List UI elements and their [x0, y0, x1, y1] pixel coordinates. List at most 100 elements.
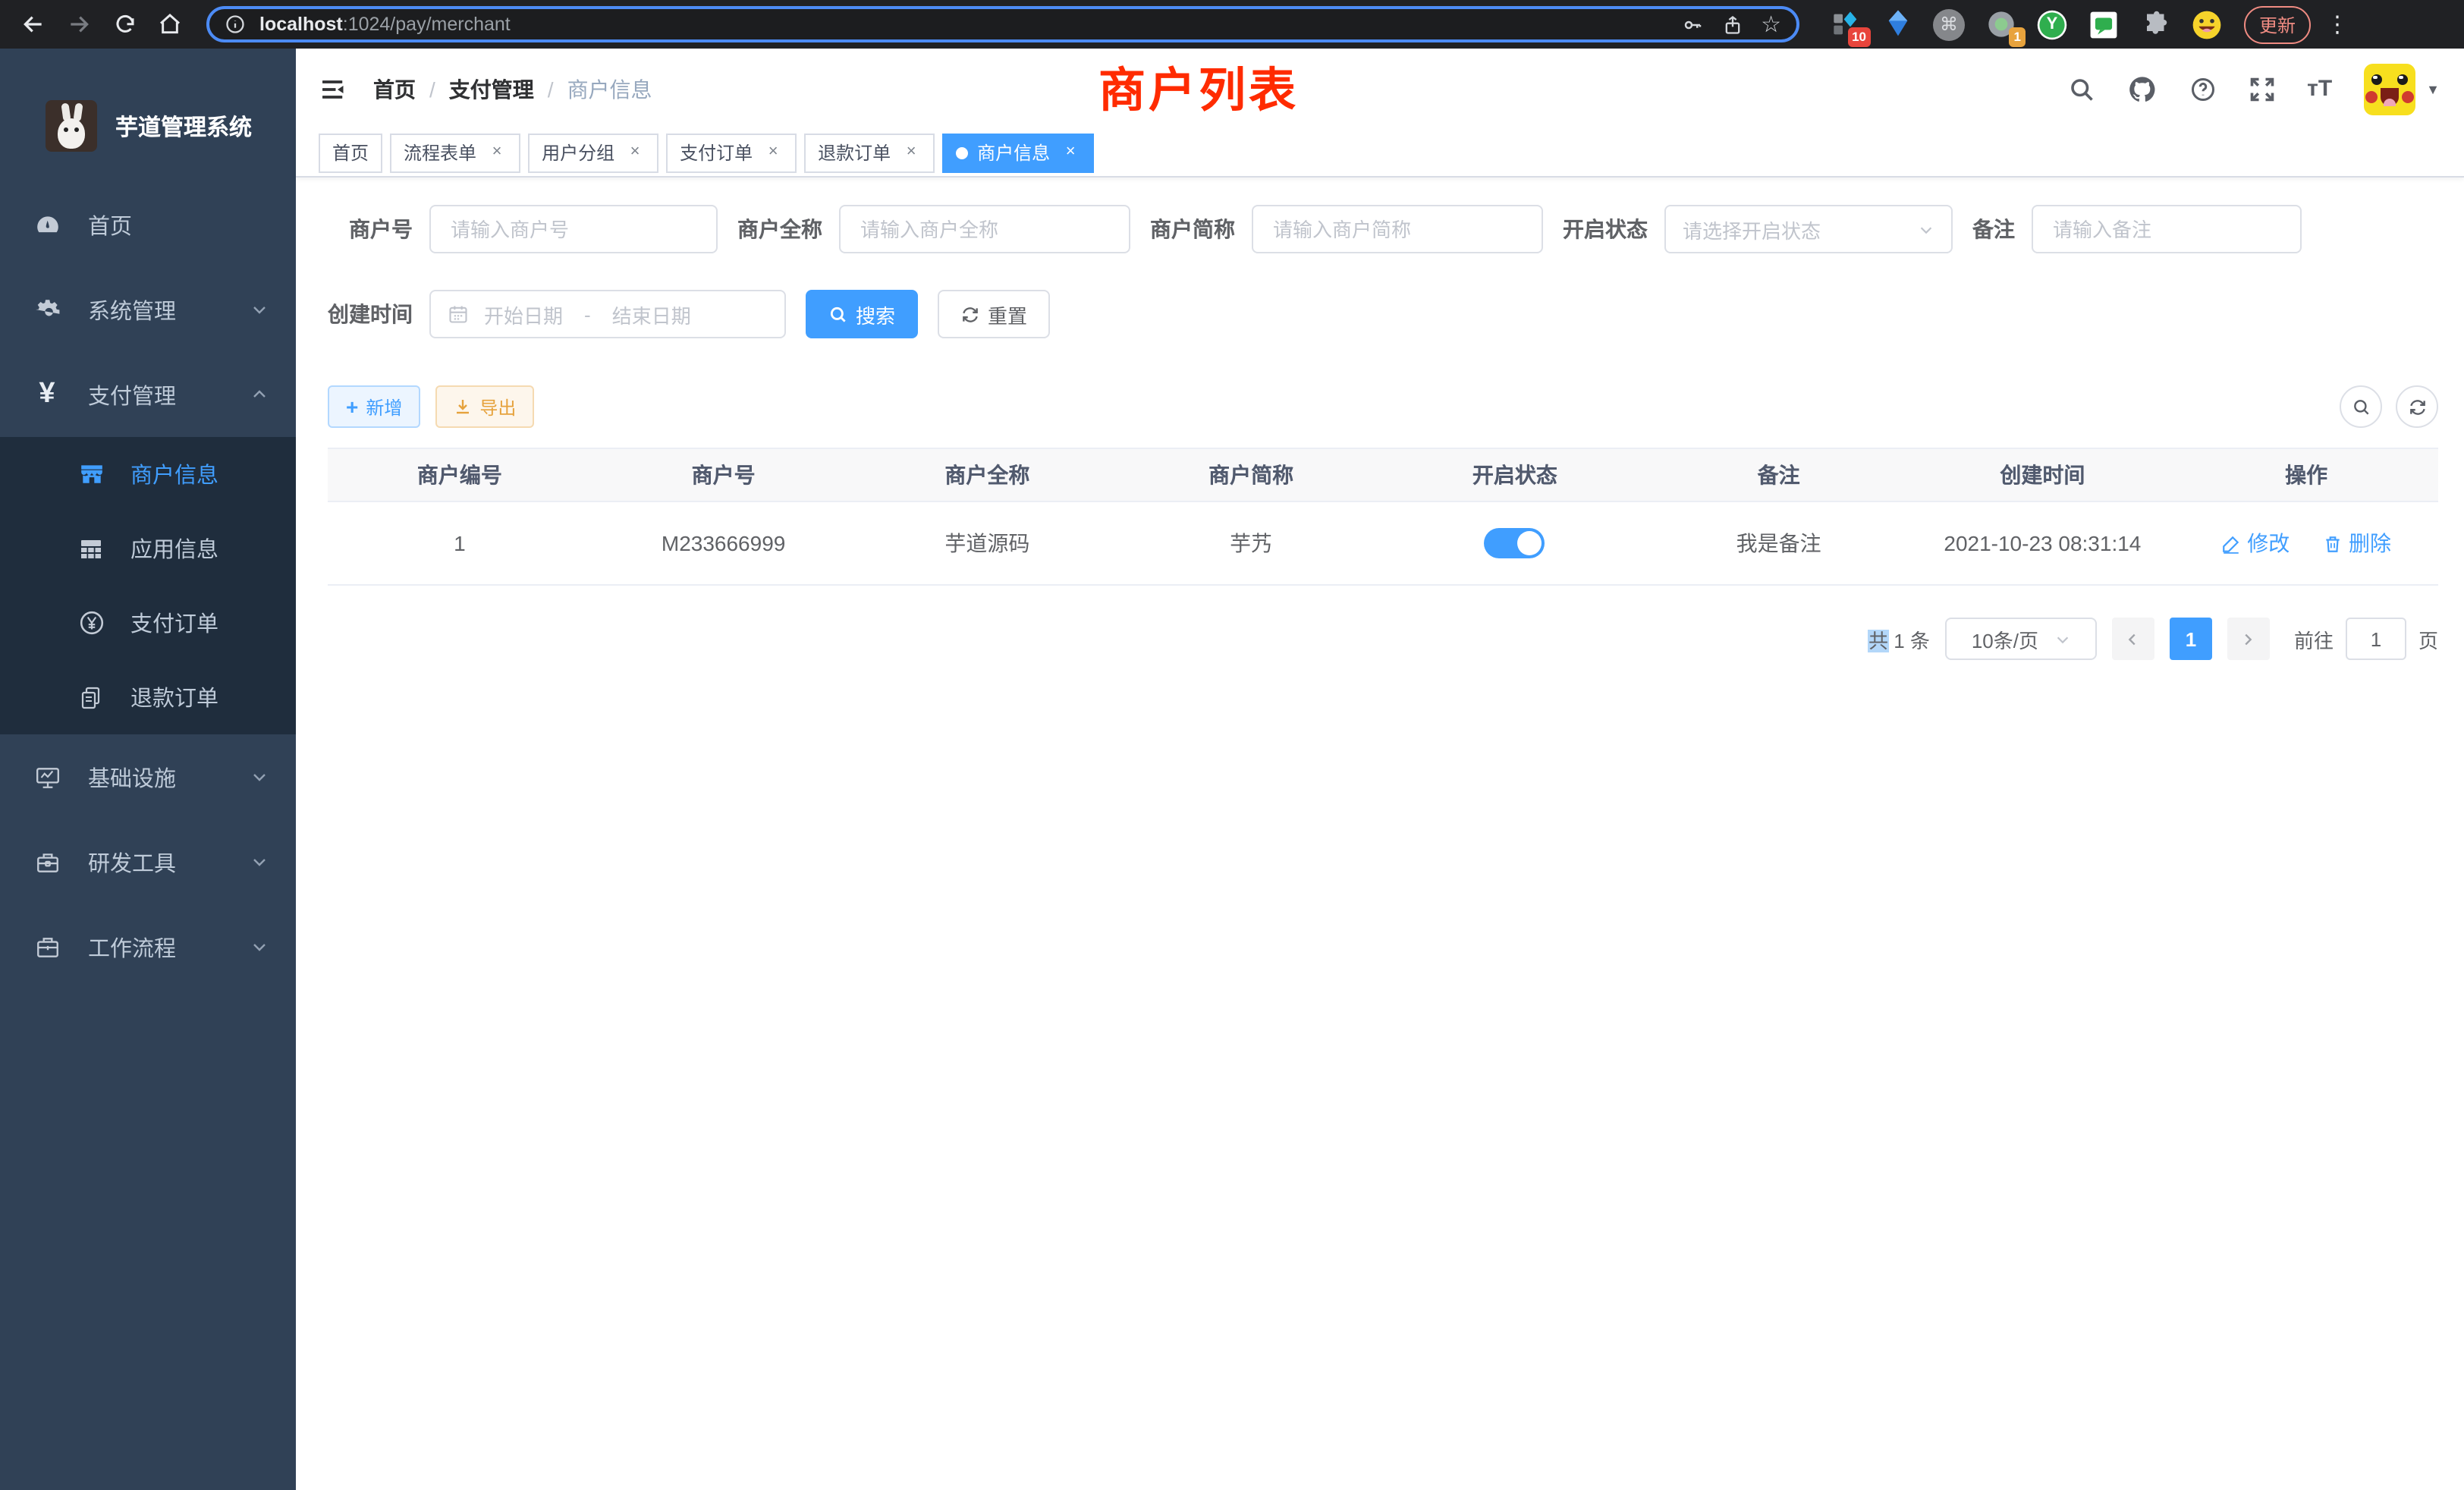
extension-puzzle-icon[interactable] — [2139, 8, 2171, 40]
sidebar-item-infra[interactable]: 基础设施 — [0, 734, 296, 819]
table-header-row: 商户编号 商户号 商户全称 商户简称 开启状态 备注 创建时间 操作 — [328, 448, 2438, 501]
refresh-table-button[interactable] — [2396, 385, 2438, 428]
page-number-1[interactable]: 1 — [2170, 618, 2212, 660]
search-button[interactable]: 搜索 — [806, 290, 918, 338]
extension-y-icon[interactable]: Y — [2036, 8, 2068, 40]
github-icon[interactable] — [2126, 74, 2157, 104]
breadcrumb-separator: / — [548, 77, 554, 101]
merchant-table: 商户编号 商户号 商户全称 商户简称 开启状态 备注 创建时间 操作 1 — [328, 448, 2438, 586]
extension-kite-icon[interactable] — [1881, 8, 1913, 40]
extension-blue-diamond-icon[interactable]: 10 — [1830, 8, 1862, 40]
tab-process-form[interactable]: 流程表单× — [390, 133, 520, 172]
forward-icon[interactable] — [61, 6, 97, 42]
sidebar-submenu-pay: 商户信息 应用信息 支付订单 — [0, 437, 296, 734]
status-select[interactable]: 请选择开启状态 — [1664, 205, 1953, 253]
refresh-icon — [960, 304, 980, 324]
fullscreen-icon[interactable] — [2248, 75, 2275, 102]
page-size-select[interactable]: 10条/页 — [1945, 618, 2097, 660]
goto-page-input[interactable] — [2346, 618, 2406, 660]
bookmark-star-icon[interactable]: ☆ — [1761, 11, 1781, 38]
breadcrumb: 首页 / 支付管理 / 商户信息 — [373, 74, 652, 104]
filter-status: 开启状态 请选择开启状态 — [1563, 205, 1953, 253]
extension-command-icon[interactable]: ⌘ — [1933, 8, 1965, 40]
filter-create-time: 创建时间 开始日期 - 结束日期 — [328, 290, 786, 338]
tab-refund-order[interactable]: 退款订单× — [804, 133, 935, 172]
sidebar-item-workflow[interactable]: 工作流程 — [0, 904, 296, 989]
sidebar-item-home[interactable]: 首页 — [0, 182, 296, 267]
tab-pay-order[interactable]: 支付订单× — [666, 133, 797, 172]
font-size-icon[interactable]: тT — [2307, 76, 2332, 102]
cell-actions: 修改 删除 — [2174, 501, 2438, 585]
browser-menu-icon[interactable]: ⋮ — [2326, 11, 2344, 38]
filter-row-1: 商户号 商户全称 商户简称 — [328, 205, 2438, 253]
breadcrumb-home[interactable]: 首页 — [373, 74, 416, 104]
yen-icon: ¥ — [32, 378, 62, 411]
monitor-icon — [32, 764, 62, 790]
back-icon[interactable] — [15, 6, 52, 42]
sidebar-item-merchant-info[interactable]: 商户信息 — [0, 437, 296, 511]
sidebar-item-devtools[interactable]: 研发工具 — [0, 819, 296, 904]
extension-chat-icon[interactable] — [2088, 8, 2120, 40]
pagination-goto: 前往 页 — [2294, 618, 2438, 660]
url-bar[interactable]: localhost:1024/pay/merchant ☆ — [206, 6, 1799, 42]
key-icon[interactable] — [1680, 13, 1703, 36]
close-icon[interactable]: × — [625, 143, 645, 162]
col-remark: 备注 — [1647, 448, 1911, 501]
user-menu[interactable]: ▼ — [2364, 63, 2440, 115]
status-toggle[interactable] — [1485, 528, 1545, 558]
prev-page-button[interactable] — [2112, 618, 2154, 660]
sidebar-item-label: 系统管理 — [88, 294, 176, 325]
close-icon[interactable]: × — [487, 143, 507, 162]
sidebar-item-pay[interactable]: ¥ 支付管理 — [0, 352, 296, 437]
export-button[interactable]: 导出 — [435, 385, 534, 428]
breadcrumb-pay[interactable]: 支付管理 — [449, 74, 534, 104]
add-button[interactable]: + 新增 — [328, 385, 420, 428]
reset-button[interactable]: 重置 — [938, 290, 1050, 338]
tab-user-group[interactable]: 用户分组× — [528, 133, 658, 172]
sidebar-item-label: 应用信息 — [130, 533, 218, 564]
full-name-input[interactable] — [857, 216, 1112, 242]
update-button[interactable]: 更新 — [2244, 5, 2311, 43]
sidebar-item-system[interactable]: 系统管理 — [0, 267, 296, 352]
sidebar-item-refund-order[interactable]: 退款订单 — [0, 660, 296, 734]
extensions-area: 10 ⌘ 1 Y — [1830, 8, 2223, 40]
close-icon[interactable]: × — [1061, 143, 1080, 162]
search-icon[interactable] — [2067, 75, 2095, 102]
documents-icon — [76, 685, 106, 709]
chevron-up-icon — [250, 385, 269, 404]
short-name-input[interactable] — [1270, 216, 1525, 242]
close-icon[interactable]: × — [763, 143, 783, 162]
delete-link[interactable]: 删除 — [2323, 528, 2391, 558]
tab-merchant-info[interactable]: 商户信息× — [942, 133, 1094, 172]
tab-home[interactable]: 首页 — [319, 133, 382, 172]
extension-emoji-icon[interactable] — [2191, 8, 2223, 40]
date-range-input[interactable]: 开始日期 - 结束日期 — [429, 290, 786, 338]
download-icon — [454, 398, 472, 416]
show-search-button[interactable] — [2340, 385, 2382, 428]
field-label: 开启状态 — [1563, 214, 1648, 244]
col-short-name: 商户简称 — [1119, 448, 1383, 501]
grid-icon — [76, 536, 106, 561]
reload-icon[interactable] — [106, 6, 143, 42]
help-icon[interactable] — [2189, 75, 2216, 102]
close-icon[interactable]: × — [901, 143, 921, 162]
filter-remark: 备注 — [1972, 205, 2302, 253]
edit-link[interactable]: 修改 — [2221, 528, 2290, 558]
chevron-down-icon — [250, 768, 269, 786]
start-date-placeholder: 开始日期 — [484, 300, 563, 328]
site-info-icon[interactable] — [225, 14, 246, 35]
sidebar-item-app-info[interactable]: 应用信息 — [0, 511, 296, 586]
next-page-button[interactable] — [2227, 618, 2270, 660]
hamburger-icon[interactable] — [319, 74, 349, 104]
sidebar-item-label: 首页 — [88, 209, 132, 240]
caret-down-icon: ▼ — [2426, 81, 2440, 96]
merchant-no-input[interactable] — [448, 216, 699, 242]
home-icon[interactable] — [152, 6, 188, 42]
remark-input[interactable] — [2050, 216, 2283, 242]
pagination-total: 共 1 条 — [1868, 624, 1930, 653]
extension-circle-icon[interactable]: 1 — [1985, 8, 2016, 40]
sidebar: 芋道管理系统 首页 系统管理 — [0, 49, 296, 1490]
logo-link[interactable]: 芋道管理系统 — [0, 49, 296, 182]
sidebar-item-pay-order[interactable]: 支付订单 — [0, 586, 296, 660]
share-icon[interactable] — [1721, 13, 1743, 36]
